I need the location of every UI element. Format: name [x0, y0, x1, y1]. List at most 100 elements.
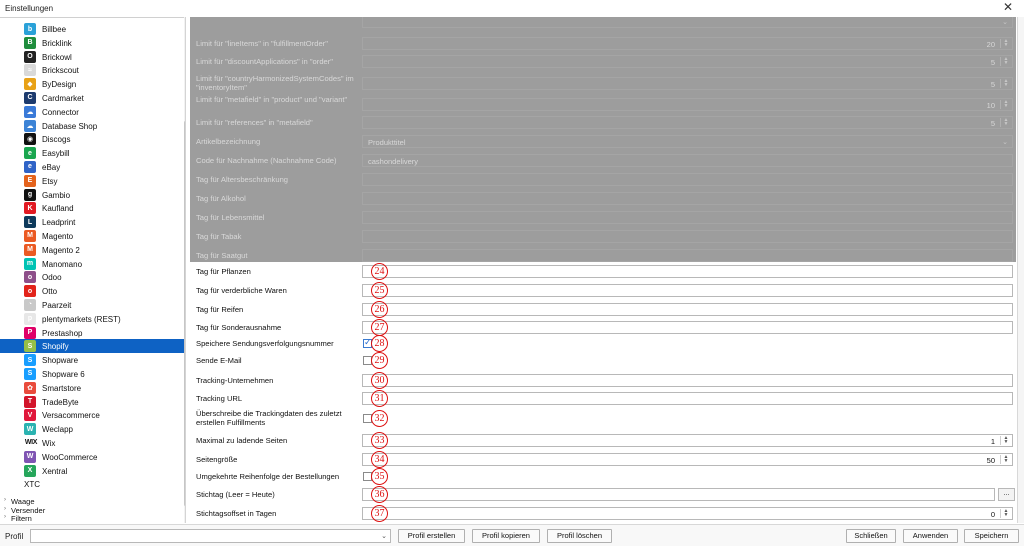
spinner-icon[interactable]: ▲ ▼	[1000, 99, 1011, 109]
sidebar-item-etsy[interactable]: E Etsy	[0, 174, 184, 188]
sidebar-item-label: Database Shop	[42, 121, 98, 131]
sidebar-item-kaufland[interactable]: K Kaufland	[0, 201, 184, 215]
sidebar-item-odoo[interactable]: o Odoo	[0, 270, 184, 284]
sidebar-item-shopware[interactable]: S Shopware	[0, 353, 184, 367]
sidebar-item-label: Paarzeit	[42, 300, 72, 310]
sidebar-item-gambio[interactable]: g Gambio	[0, 188, 184, 202]
sidebar-item-cardmarket[interactable]: C Cardmarket	[0, 91, 184, 105]
text-input[interactable]	[362, 283, 1013, 297]
text-input[interactable]	[362, 229, 1013, 243]
select-input[interactable]: ⌄	[362, 17, 1013, 28]
shop-list: b Billbee B Bricklink O Brickowl ≈ Brickscout ◆ B…	[0, 22, 184, 491]
close-icon[interactable]: ✕	[1001, 1, 1015, 15]
profile-select[interactable]: ⌄	[30, 529, 391, 543]
sidebar-item-xtc[interactable]: XTC	[0, 477, 184, 491]
spinner-icon[interactable]: ▲ ▼	[1000, 117, 1011, 127]
text-input[interactable]	[362, 210, 1013, 224]
date-picker-button[interactable]: ...	[998, 487, 1015, 501]
chevron-down-icon[interactable]: ⌄	[1002, 138, 1008, 146]
spinner-icon[interactable]: ▲ ▼	[1000, 508, 1011, 518]
sidebar-item-weclapp[interactable]: W Weclapp	[0, 422, 184, 436]
text-input[interactable]	[362, 487, 995, 501]
text-input[interactable]	[362, 191, 1013, 205]
number-input[interactable]: 50 ▲ ▼	[362, 452, 1013, 466]
text-input[interactable]: cashondelivery	[362, 153, 1013, 167]
text-input[interactable]	[362, 172, 1013, 186]
sidebar-item-easybill[interactable]: e Easybill	[0, 146, 184, 160]
sidebar-item-discogs[interactable]: ◉ Discogs	[0, 132, 184, 146]
select-input[interactable]: Produkttitel ⌄	[362, 134, 1013, 148]
delete-profile-button[interactable]: Profil löschen	[547, 529, 612, 543]
sidebar-item-wix[interactable]: WIX Wix	[0, 436, 184, 450]
spinner-icon[interactable]: ▲ ▼	[1000, 78, 1011, 88]
sidebar-item-billbee[interactable]: b Billbee	[0, 22, 184, 36]
spinner-icon[interactable]: ▲ ▼	[1000, 435, 1011, 445]
sidebar-scrollbar-thumb[interactable]	[184, 121, 185, 506]
sidebar-item-plentymarkets-rest[interactable]: p plentymarkets (REST)	[0, 312, 184, 326]
apply-button[interactable]: Anwenden	[903, 529, 958, 543]
woocommerce-icon: W	[24, 450, 36, 463]
sidebar-item-manomano[interactable]: m Manomano	[0, 257, 184, 271]
sidebar-item-brickscout[interactable]: ≈ Brickscout	[0, 63, 184, 77]
number-input[interactable]: 5 ▲ ▼	[362, 76, 1013, 90]
field-value: 50	[986, 455, 995, 465]
sidebar-item-magento[interactable]: M Magento	[0, 229, 184, 243]
field-label: Tag für Alkohol	[196, 193, 246, 203]
text-input[interactable]	[362, 373, 1013, 387]
leadprint-icon: L	[24, 216, 36, 229]
form-row: Tracking-Unternehmen 30	[190, 371, 1016, 389]
text-input[interactable]	[362, 264, 1013, 278]
text-input[interactable]	[362, 320, 1013, 334]
form-row: Maximal zu ladende Seiten 1 ▲ ▼ 33	[190, 431, 1016, 449]
sidebar-item-magento-2[interactable]: M Magento 2	[0, 243, 184, 257]
field-label: Umgekehrte Reihenfolge der Bestellungen	[196, 472, 340, 481]
sidebar-item-shopware-6[interactable]: S Shopware 6	[0, 367, 184, 381]
sidebar-item-bydesign[interactable]: ◆ ByDesign	[0, 77, 184, 91]
sidebar-item-tradebyte[interactable]: T TradeByte	[0, 395, 184, 409]
sidebar-item-ebay[interactable]: e eBay	[0, 160, 184, 174]
sidebar-item-brickowl[interactable]: O Brickowl	[0, 50, 184, 64]
field-value: 1	[990, 436, 995, 446]
create-profile-button[interactable]: Profil erstellen	[398, 529, 465, 543]
form-row: Sende E-Mail 29	[190, 352, 1016, 369]
sidebar-item-smartstore[interactable]: ✿ Smartstore	[0, 381, 184, 395]
field-label: Limit für "countryHarmonizedSystemCodes"…	[196, 74, 354, 92]
number-input[interactable]: 5 ▲ ▼	[362, 115, 1013, 129]
copy-profile-button[interactable]: Profil kopieren	[472, 529, 540, 543]
sidebar-item-versacommerce[interactable]: V Versacommerce	[0, 408, 184, 422]
sidebar-item-bricklink[interactable]: B Bricklink	[0, 36, 184, 50]
field-label: Tag für Saatgut	[196, 250, 248, 260]
text-input[interactable]	[362, 302, 1013, 316]
text-input[interactable]	[362, 248, 1013, 262]
sidebar-item-connector[interactable]: ☁ Connector	[0, 105, 184, 119]
sidebar-item-paarzeit[interactable]: ◔ Paarzeit	[0, 298, 184, 312]
form-row: Tracking URL 31	[190, 389, 1016, 407]
sidebar-item-database-shop[interactable]: ☁ Database Shop	[0, 119, 184, 133]
window-edge	[1017, 17, 1024, 523]
text-input[interactable]	[362, 391, 1013, 405]
sidebar-item-prestashop[interactable]: P Prestashop	[0, 326, 184, 340]
save-button[interactable]: Speichern	[964, 529, 1019, 543]
number-input[interactable]: 10 ▲ ▼	[362, 97, 1013, 111]
close-button[interactable]: Schließen	[846, 529, 896, 543]
chevron-down-icon[interactable]: ⌄	[1002, 18, 1008, 26]
sidebar-item-shopify[interactable]: S Shopify	[0, 339, 184, 354]
spinner-icon[interactable]: ▲ ▼	[1000, 56, 1011, 66]
number-input[interactable]: 1 ▲ ▼	[362, 433, 1013, 447]
sidebar-item-label: Shopware 6	[42, 369, 85, 379]
field-label: Tag für Pflanzen	[196, 266, 251, 276]
sidebar-item-label: Prestashop	[42, 328, 83, 338]
number-input[interactable]: 0 ▲ ▼	[362, 506, 1013, 520]
sidebar-section-filtern[interactable]: › Filtern	[0, 514, 184, 523]
sidebar-item-xentral[interactable]: X Xentral	[0, 464, 184, 478]
number-input[interactable]: 20 ▲ ▼	[362, 36, 1013, 50]
spinner-icon[interactable]: ▲ ▼	[1000, 454, 1011, 464]
annotation-marker: 25	[371, 281, 388, 299]
annotation-marker: 26	[371, 300, 388, 318]
number-input[interactable]: 5 ▲ ▼	[362, 54, 1013, 68]
sidebar-item-woocommerce[interactable]: W WooCommerce	[0, 450, 184, 464]
odoo-icon: o	[24, 271, 36, 284]
spinner-icon[interactable]: ▲ ▼	[1000, 38, 1011, 48]
sidebar-item-leadprint[interactable]: L Leadprint	[0, 215, 184, 229]
sidebar-item-otto[interactable]: o Otto	[0, 284, 184, 298]
